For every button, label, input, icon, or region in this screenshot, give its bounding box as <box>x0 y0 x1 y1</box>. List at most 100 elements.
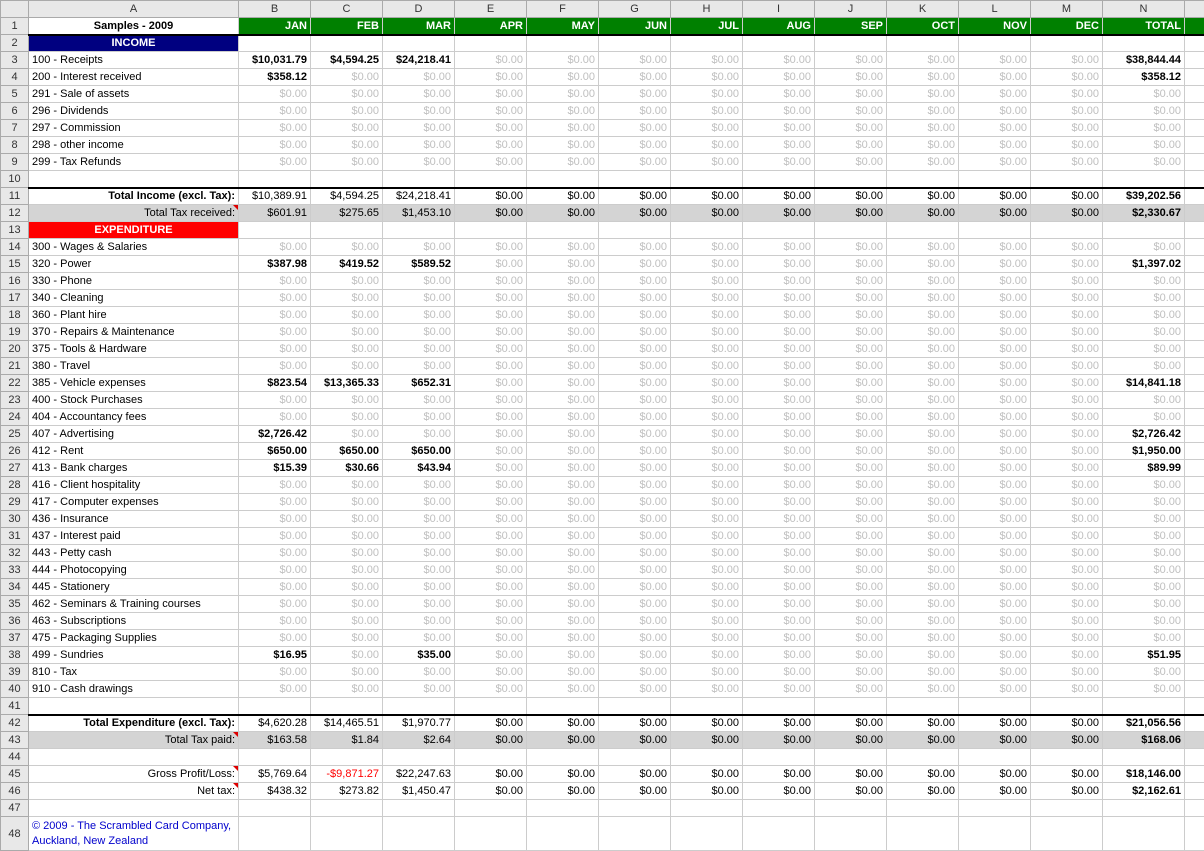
corner-cell[interactable] <box>1 1 29 18</box>
cell[interactable]: $0.00 <box>959 392 1031 409</box>
cell[interactable]: $0.00 <box>1185 664 1204 681</box>
cell[interactable]: $0.00 <box>1103 120 1185 137</box>
cell[interactable]: $24,218.41 <box>383 52 455 69</box>
cell[interactable]: $163.58 <box>239 732 311 749</box>
cell[interactable]: $0.00 <box>455 613 527 630</box>
cell[interactable]: $0.00 <box>311 358 383 375</box>
cell[interactable]: $0.00 <box>383 341 455 358</box>
cell[interactable]: $10,031.79 <box>239 52 311 69</box>
cell[interactable]: $0.00 <box>959 120 1031 137</box>
cell[interactable]: $0.00 <box>671 664 743 681</box>
cell[interactable]: $0.00 <box>527 460 599 477</box>
cell[interactable]: $0.00 <box>239 630 311 647</box>
cell[interactable]: $0.00 <box>815 324 887 341</box>
cell[interactable]: $0.00 <box>311 86 383 103</box>
cell[interactable]: $0.00 <box>743 426 815 443</box>
cell[interactable]: $0.00 <box>311 545 383 562</box>
cell[interactable]: $0.00 <box>959 443 1031 460</box>
cell[interactable]: $650.00 <box>311 443 383 460</box>
cell[interactable]: $0.00 <box>1103 341 1185 358</box>
cell[interactable]: $0.00 <box>1103 103 1185 120</box>
cell[interactable]: $0.00 <box>887 120 959 137</box>
cell[interactable]: $0.00 <box>671 86 743 103</box>
cell[interactable]: $0.00 <box>743 239 815 256</box>
cell[interactable]: $4,594.25 <box>311 52 383 69</box>
cell[interactable]: $0.00 <box>743 766 815 783</box>
cell[interactable]: $0.00 <box>815 477 887 494</box>
cell[interactable]: $0.00 <box>455 647 527 664</box>
cell[interactable]: $0.00 <box>815 443 887 460</box>
cell[interactable]: $0.00 <box>527 664 599 681</box>
cell[interactable]: $0.00 <box>527 596 599 613</box>
cell[interactable]: $0.00 <box>1031 766 1103 783</box>
row-header-48[interactable]: 48 <box>1 817 29 851</box>
cell[interactable]: $0.00 <box>815 715 887 732</box>
cell[interactable]: $0.00 <box>671 375 743 392</box>
cell[interactable]: $0.00 <box>527 392 599 409</box>
cell[interactable]: $0.00 <box>455 256 527 273</box>
cell[interactable]: $0.00 <box>1103 290 1185 307</box>
col-header-L[interactable]: L <box>959 1 1031 18</box>
cell[interactable]: $0.00 <box>1185 103 1204 120</box>
cell[interactable]: $0.00 <box>455 86 527 103</box>
cell[interactable]: $0.00 <box>1185 528 1204 545</box>
cell[interactable]: $0.00 <box>1031 324 1103 341</box>
cell[interactable]: $0.00 <box>815 341 887 358</box>
cell[interactable]: $0.00 <box>743 579 815 596</box>
cell[interactable]: $0.00 <box>599 426 671 443</box>
cell[interactable]: $0.00 <box>1185 324 1204 341</box>
cell[interactable]: $0.00 <box>599 375 671 392</box>
cell[interactable]: $0.00 <box>959 256 1031 273</box>
cell[interactable]: $0.00 <box>527 307 599 324</box>
cell[interactable]: $0.00 <box>815 205 887 222</box>
row-header-8[interactable]: 8 <box>1 137 29 154</box>
cell[interactable]: $0.00 <box>383 120 455 137</box>
cell[interactable]: $0.00 <box>1031 120 1103 137</box>
cell[interactable]: $0.00 <box>527 86 599 103</box>
cell[interactable]: $0.00 <box>815 596 887 613</box>
cell[interactable]: $0.00 <box>455 766 527 783</box>
cell[interactable]: $0.00 <box>743 494 815 511</box>
cell[interactable]: $0.00 <box>1103 579 1185 596</box>
cell[interactable]: $0.00 <box>815 358 887 375</box>
cell[interactable]: $0.00 <box>599 137 671 154</box>
cell[interactable]: $0.00 <box>527 205 599 222</box>
row-header-5[interactable]: 5 <box>1 86 29 103</box>
cell[interactable]: $2,162.61 <box>1185 783 1204 800</box>
cell[interactable]: $0.00 <box>383 477 455 494</box>
cell[interactable]: $0.00 <box>887 732 959 749</box>
cell[interactable]: $0.00 <box>815 120 887 137</box>
cell[interactable]: $0.00 <box>1031 664 1103 681</box>
cell[interactable]: -$9,871.27 <box>311 766 383 783</box>
cell[interactable]: $0.00 <box>887 477 959 494</box>
cell[interactable]: $0.00 <box>1103 239 1185 256</box>
cell[interactable]: $0.00 <box>959 375 1031 392</box>
cell[interactable]: $0.00 <box>455 460 527 477</box>
cell[interactable]: $650.00 <box>239 443 311 460</box>
cell[interactable]: $0.00 <box>887 426 959 443</box>
cell[interactable]: $0.00 <box>815 307 887 324</box>
cell[interactable]: $0.00 <box>959 154 1031 171</box>
cell[interactable]: $0.00 <box>1185 494 1204 511</box>
cell[interactable]: $0.00 <box>671 290 743 307</box>
cell[interactable]: $0.00 <box>743 562 815 579</box>
cell[interactable]: $0.00 <box>1031 647 1103 664</box>
cell[interactable]: $0.00 <box>527 341 599 358</box>
cell[interactable]: $0.00 <box>959 715 1031 732</box>
cell[interactable]: $0.00 <box>599 545 671 562</box>
row-header-46[interactable]: 46 <box>1 783 29 800</box>
cell[interactable]: $89.99 <box>1103 460 1185 477</box>
cell[interactable]: $0.00 <box>239 511 311 528</box>
row-header-12[interactable]: 12 <box>1 205 29 222</box>
row-header-38[interactable]: 38 <box>1 647 29 664</box>
cell[interactable]: $0.00 <box>239 341 311 358</box>
cell[interactable]: $0.00 <box>1031 392 1103 409</box>
cell[interactable]: $0.00 <box>455 290 527 307</box>
cell[interactable]: $14,841.18 <box>1103 375 1185 392</box>
cell[interactable]: $0.00 <box>671 460 743 477</box>
cell[interactable]: $0.00 <box>743 647 815 664</box>
row-header-43[interactable]: 43 <box>1 732 29 749</box>
row-header-22[interactable]: 22 <box>1 375 29 392</box>
cell[interactable]: $0.00 <box>599 409 671 426</box>
cell[interactable]: $0.00 <box>815 290 887 307</box>
